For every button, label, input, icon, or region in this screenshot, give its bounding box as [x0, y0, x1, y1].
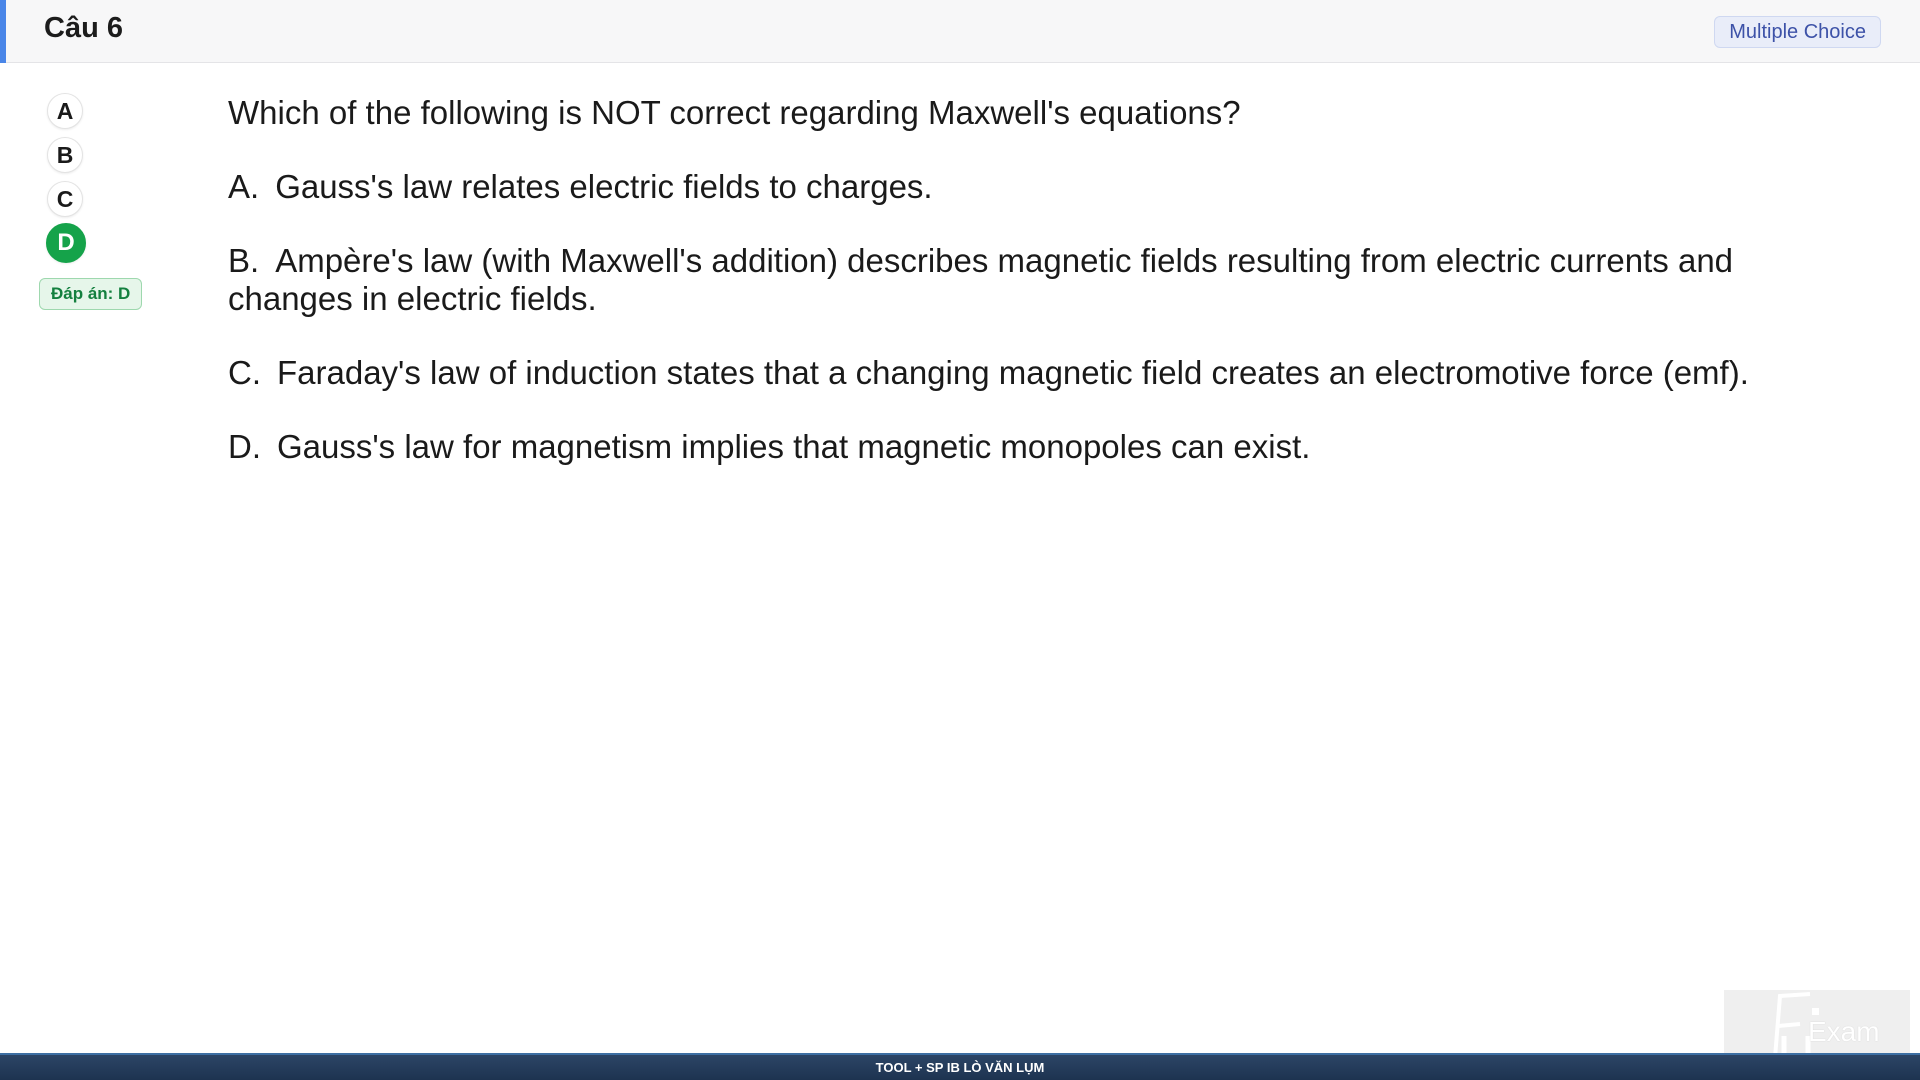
option-text: Ampère's law (with Maxwell's addition) d…	[228, 242, 1734, 317]
question-content: Which of the following is NOT correct re…	[228, 94, 1788, 502]
question-header: Câu 6 Multiple Choice	[0, 0, 1920, 63]
question-number-title: Câu 6	[44, 12, 123, 44]
page: Câu 6 Multiple Choice A B C D Đáp án: D …	[0, 0, 1920, 1080]
option-a-button[interactable]: A	[47, 93, 83, 129]
option-b-button[interactable]: B	[47, 137, 83, 173]
option-text: Gauss's law relates electric fields to c…	[275, 168, 933, 205]
header-accent-bar	[0, 0, 6, 63]
answer-option-c: C. Faraday's law of induction states that…	[228, 354, 1788, 392]
footer-text: TOOL + SP IB LÒ VĂN LỤM	[875, 1060, 1045, 1075]
option-letter: A.	[228, 168, 260, 205]
option-letter: D.	[228, 428, 261, 465]
answer-option-a: A. Gauss's law relates electric fields to…	[228, 168, 1788, 206]
option-text: Gauss's law for magnetism implies that m…	[277, 428, 1311, 465]
option-c-button[interactable]: C	[47, 181, 83, 217]
option-d-button[interactable]: D	[46, 223, 86, 263]
option-text: Faraday's law of induction states that a…	[277, 354, 1749, 391]
logo-text: Exam	[1808, 1016, 1880, 1047]
option-letter: C.	[228, 354, 261, 391]
question-text: Which of the following is NOT correct re…	[228, 94, 1241, 131]
footer-bar: TOOL + SP IB LÒ VĂN LỤM	[0, 1053, 1920, 1080]
question-type-badge: Multiple Choice	[1714, 16, 1881, 48]
answer-option-b: B. Ampère's law (with Maxwell's addition)…	[228, 242, 1788, 318]
answer-option-d: D. Gauss's law for magnetism implies that…	[228, 428, 1788, 466]
option-letter: B.	[228, 242, 260, 279]
answer-badge: Đáp án: D	[39, 278, 143, 310]
